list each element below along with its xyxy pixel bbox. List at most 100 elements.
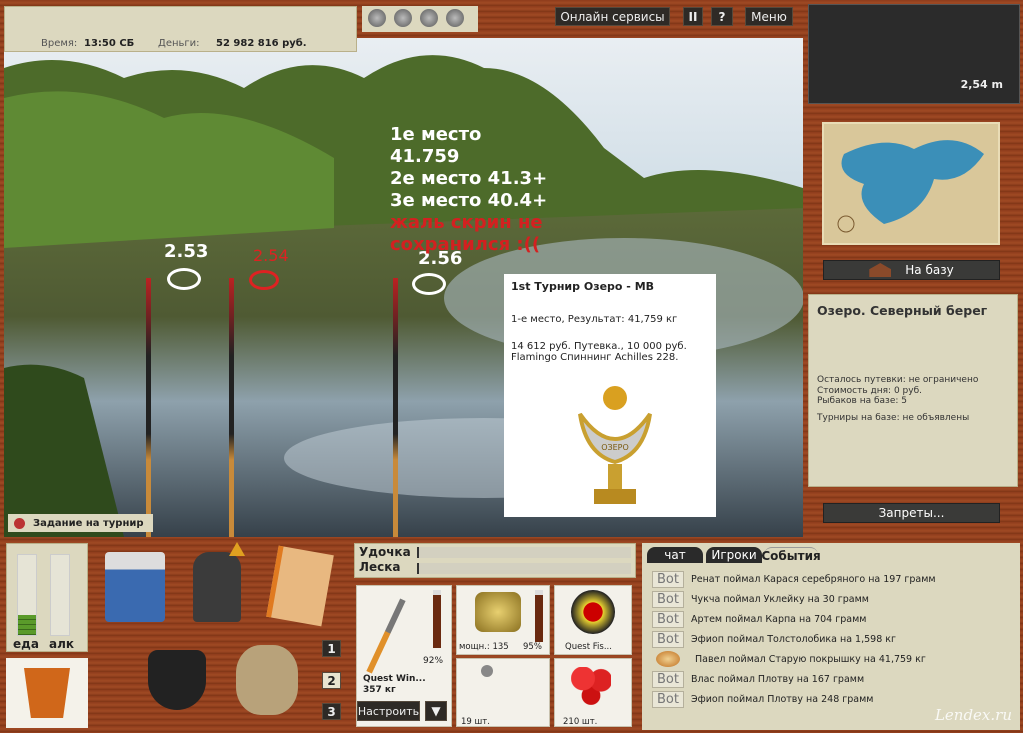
tournament-prize: 14 612 руб. Путевка., 10 000 руб. bbox=[511, 341, 687, 352]
bot-badge: Bot bbox=[652, 570, 684, 588]
rod-durability-bar bbox=[433, 590, 441, 648]
food-gauge bbox=[17, 554, 37, 636]
tournaments-info: Турниры на базе: не объявлены bbox=[817, 412, 970, 423]
fishing-rod-3[interactable] bbox=[393, 278, 398, 537]
event-row: Bot Артем поймал Карпа на 704 грамм bbox=[652, 609, 936, 629]
bot-badge: Bot bbox=[652, 670, 684, 688]
chat-panel: чат Игроки События Bot Ренат поймал Карас… bbox=[642, 543, 1020, 730]
location-title: Озеро. Северный берег bbox=[817, 303, 988, 318]
to-base-button[interactable]: На базу bbox=[823, 260, 1000, 280]
bait-count: 210 шт. bbox=[563, 717, 598, 727]
event-list: Bot Ренат поймал Карася серебряного на 19… bbox=[652, 569, 936, 709]
alcohol-label: алк bbox=[49, 637, 75, 651]
event-row: Bot Эфиоп поймал Толстолобика на 1,598 кг bbox=[652, 629, 936, 649]
float-marker-3[interactable] bbox=[412, 273, 446, 295]
dropdown-button[interactable]: ▼ bbox=[425, 701, 447, 721]
rod-name: Quest Win... bbox=[363, 674, 426, 684]
reel-icon bbox=[475, 592, 521, 632]
tournament-result: 1-е место, Результат: 41,759 кг bbox=[511, 314, 678, 325]
rod-durability: 92% bbox=[423, 656, 444, 666]
to-base-label: На базу bbox=[905, 263, 954, 277]
tab-chat[interactable]: чат bbox=[647, 547, 703, 563]
bait-slot[interactable]: 210 шт. bbox=[554, 658, 632, 727]
event-row: Bot Эфиоп поймал Плотву на 248 грамм bbox=[652, 689, 936, 709]
day-cost-info: Стоимость дня: 0 руб. bbox=[817, 385, 922, 396]
annotation-line: 2е место 41.3+ bbox=[390, 168, 548, 189]
slot-3-button[interactable]: 3 bbox=[322, 703, 341, 720]
status-panel: Время: 13:50 СБ Деньги: 52 982 816 руб. bbox=[4, 6, 357, 52]
fishing-rod-1[interactable] bbox=[146, 278, 151, 537]
event-row: Bot Влас поймал Плотву на 167 грамм bbox=[652, 669, 936, 689]
float-depth-1: 2.53 bbox=[164, 241, 209, 262]
tension-panel: Удочка Леска bbox=[354, 543, 636, 578]
location-panel: Озеро. Северный берег Осталось путевки: … bbox=[808, 294, 1018, 487]
bans-button[interactable]: Запреты... bbox=[823, 503, 1000, 523]
flask-icon[interactable] bbox=[420, 9, 438, 27]
backpack-icon[interactable] bbox=[193, 552, 241, 622]
float-marker-2[interactable] bbox=[249, 270, 279, 290]
player-avatar-icon bbox=[656, 651, 680, 667]
reel-durability: 95% bbox=[523, 642, 542, 652]
money-value: 52 982 816 руб. bbox=[216, 38, 307, 49]
hook-slot[interactable]: 19 шт. bbox=[456, 658, 550, 727]
event-text: Ренат поймал Карася серебряного на 197 г… bbox=[691, 573, 936, 585]
tab-events[interactable]: События bbox=[761, 547, 821, 563]
flask-icon[interactable] bbox=[368, 9, 386, 27]
event-text: Эфиоп поймал Плотву на 248 грамм bbox=[691, 693, 874, 705]
float-marker-1[interactable] bbox=[167, 268, 201, 290]
tournament-icon bbox=[14, 517, 25, 529]
keepnet-icon[interactable] bbox=[236, 645, 298, 715]
event-text: Артем поймал Карпа на 704 грамм bbox=[691, 613, 867, 625]
rod-tension-label: Удочка bbox=[359, 545, 411, 559]
bot-badge: Bot bbox=[652, 590, 684, 608]
event-text: Павел поймал Старую покрышку на 41,759 к… bbox=[695, 653, 926, 665]
tomato-bait-icon bbox=[571, 667, 611, 705]
line-slot[interactable]: Quest Fis... bbox=[554, 585, 632, 655]
results-annotation: 1е место 41.759 2е место 41.3+ 3е место … bbox=[390, 124, 550, 256]
slot-1-button[interactable]: 1 bbox=[322, 640, 341, 657]
event-text: Эфиоп поймал Толстолобика на 1,598 кг bbox=[691, 633, 897, 645]
tournament-title: 1st Турнир Озеро - МВ bbox=[511, 280, 655, 293]
event-text: Влас поймал Плотву на 167 грамм bbox=[691, 673, 865, 685]
tackle-box-icon[interactable] bbox=[105, 552, 165, 622]
depth-display: 2,54 m bbox=[808, 4, 1020, 104]
pause-button[interactable]: II bbox=[683, 7, 703, 26]
setup-button[interactable]: Настроить bbox=[357, 701, 420, 721]
menu-button[interactable]: Меню bbox=[745, 7, 793, 26]
flask-icon[interactable] bbox=[446, 9, 464, 27]
food-label: еда bbox=[13, 637, 39, 651]
warning-icon bbox=[229, 542, 245, 556]
bot-badge: Bot bbox=[652, 610, 684, 628]
slot-2-button[interactable]: 2 bbox=[322, 672, 341, 689]
money-label: Деньги: bbox=[158, 38, 200, 49]
house-icon bbox=[869, 263, 892, 277]
food-level bbox=[18, 615, 36, 635]
reel-slot[interactable]: мощн.: 135 95% bbox=[456, 585, 550, 655]
fishing-rod-2[interactable] bbox=[229, 278, 234, 537]
depth-value: 2,54 m bbox=[960, 78, 1003, 91]
trophy-label: ОЗЕРО bbox=[601, 443, 629, 452]
reel-power: мощн.: 135 bbox=[459, 642, 509, 652]
bucket-slot[interactable] bbox=[6, 658, 88, 728]
notebook-icon[interactable] bbox=[266, 545, 334, 627]
fishers-info: Рыбаков на базе: 5 bbox=[817, 396, 907, 406]
annotation-line: жаль скрин не сохранился :(( bbox=[390, 212, 543, 255]
lake-map[interactable] bbox=[822, 122, 1000, 245]
needs-gauges: еда алк bbox=[6, 543, 88, 652]
tournament-result-popup: 1st Турнир Озеро - МВ 1-е место, Результ… bbox=[504, 274, 716, 517]
line-name: Quest Fis... bbox=[565, 642, 612, 652]
help-button[interactable]: ? bbox=[711, 7, 733, 26]
cauldron-icon[interactable] bbox=[148, 650, 206, 710]
flask-icon[interactable] bbox=[394, 9, 412, 27]
line-tension-bar bbox=[417, 563, 631, 574]
annotation-line: 3е место 40.4+ bbox=[390, 190, 548, 211]
online-services-button[interactable]: Онлайн сервисы bbox=[555, 7, 670, 26]
rod-weight: 357 кг bbox=[363, 685, 396, 695]
reel-durability-bar bbox=[535, 590, 543, 642]
event-row: Bot Ренат поймал Карася серебряного на 19… bbox=[652, 569, 936, 589]
task-button[interactable]: Задание на турнир bbox=[8, 514, 153, 532]
line-tension-label: Леска bbox=[359, 560, 401, 574]
rod-icon bbox=[366, 598, 406, 674]
tab-players[interactable]: Игроки bbox=[706, 547, 762, 563]
event-row: Bot Чукча поймал Уклейку на 30 грамм bbox=[652, 589, 936, 609]
